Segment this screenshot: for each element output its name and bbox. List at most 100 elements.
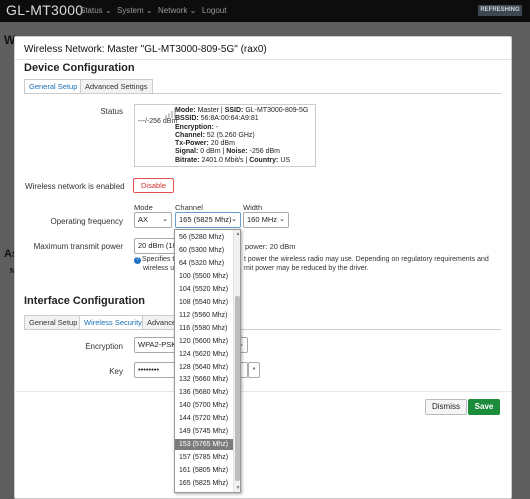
- channel-select-value: 165 (5825 Mhz): [179, 215, 232, 224]
- tab-divider: [24, 93, 501, 94]
- channel-option[interactable]: 116 (5580 Mhz): [175, 323, 233, 334]
- channel-option[interactable]: 161 (5805 Mhz): [175, 465, 233, 476]
- channel-option[interactable]: 136 (5680 Mhz): [175, 387, 233, 398]
- tab-general-setup[interactable]: General Setup: [24, 79, 83, 93]
- disable-button[interactable]: Disable: [133, 178, 174, 193]
- channel-option[interactable]: 56 (5280 Mhz): [175, 232, 233, 243]
- channel-option[interactable]: 112 (5560 Mhz): [175, 310, 233, 321]
- nav-system[interactable]: System ⌄: [117, 6, 153, 15]
- encryption-status-label: Encryption:: [175, 123, 214, 131]
- txpower-label: Tx-Power:: [175, 140, 209, 148]
- wireless-config-modal: Wireless Network: Master "GL-MT3000-809-…: [14, 36, 512, 499]
- noise-value: -256 dBm: [249, 148, 280, 156]
- status-box: ---/-256 dBm Mode: Master | SSID: GL-MT3…: [134, 104, 316, 167]
- channel-label: Channel:: [175, 131, 205, 139]
- refreshing-badge[interactable]: REFRESHING: [478, 5, 522, 16]
- bitrate-value: 2401.0 Mbit/s: [201, 156, 244, 164]
- width-select-value: 160 MHz: [247, 215, 278, 224]
- scroll-up-icon[interactable]: ▲: [234, 231, 240, 237]
- tx-hint-line2-end: mit power may be reduced by the driver.: [244, 265, 369, 272]
- help-icon: ?: [134, 257, 141, 264]
- channel-option[interactable]: 165 (5825 Mhz): [175, 478, 233, 489]
- channel-option[interactable]: 128 (5640 Mhz): [175, 362, 233, 373]
- top-bar: GL-MT3000 Status ⌄ System ⌄ Network ⌄ Lo…: [0, 0, 530, 22]
- signal-value: 0 dBm: [200, 148, 221, 156]
- mode-select-value: AX: [138, 215, 149, 224]
- channel-option[interactable]: 64 (5320 Mhz): [175, 258, 233, 269]
- brand-logo: GL-MT3000: [6, 2, 84, 18]
- country-value: US: [280, 156, 291, 164]
- scroll-down-icon[interactable]: ▼: [234, 485, 240, 491]
- channel-option[interactable]: 100 (5500 Mhz): [175, 271, 233, 282]
- mode-column-label: Mode: [134, 203, 153, 212]
- channel-option[interactable]: 108 (5540 Mhz): [175, 297, 233, 308]
- encryption-label: Encryption: [85, 342, 123, 351]
- bitrate-label: Bitrate:: [175, 156, 200, 164]
- enabled-label: Wireless network is enabled: [25, 182, 125, 191]
- tab-interface-general-setup[interactable]: General Setup: [24, 315, 83, 329]
- channel-column-label: Channel: [175, 203, 203, 212]
- dismiss-button[interactable]: Dismiss: [425, 399, 467, 415]
- tx-hint-start: Specifies t: [142, 256, 175, 263]
- encryption-status-value: -: [215, 123, 219, 131]
- channel-option[interactable]: 144 (5720 Mhz): [175, 413, 233, 424]
- modal-title: Wireless Network: Master "GL-MT3000-809-…: [24, 44, 267, 55]
- mode-value: Master: [197, 107, 219, 114]
- interface-config-heading: Interface Configuration: [24, 295, 146, 307]
- channel-option[interactable]: 124 (5620 Mhz): [175, 349, 233, 360]
- key-label: Key: [109, 367, 123, 376]
- nav-logout[interactable]: Logout: [202, 6, 226, 15]
- nav-status-label: Status: [80, 6, 103, 15]
- device-config-heading: Device Configuration: [24, 62, 135, 74]
- reveal-password-button[interactable]: *: [248, 362, 260, 378]
- channel-option[interactable]: 140 (5700 Mhz): [175, 400, 233, 411]
- mode-select[interactable]: AX ⌄: [134, 212, 172, 228]
- interface-tab-divider: [24, 329, 501, 330]
- channel-option[interactable]: 153 (5765 Mhz): [175, 439, 233, 451]
- channel-option[interactable]: 132 (5660 Mhz): [175, 374, 233, 385]
- tab-advanced-settings[interactable]: Advanced Settings: [80, 79, 153, 93]
- txpower-value: 20 dBm: [210, 140, 235, 148]
- nav-network[interactable]: Network ⌄: [158, 6, 196, 15]
- status-label: Status: [100, 107, 123, 116]
- status-details: Mode: Master | SSID: GL-MT3000-809-5G BS…: [175, 107, 309, 164]
- chevron-down-icon: ⌄: [104, 6, 112, 15]
- tx-hint-line1: ? Specifies t: [134, 256, 174, 264]
- noise-label: Noise:: [226, 148, 248, 156]
- channel-select[interactable]: 165 (5825 Mhz) ⌄: [175, 212, 241, 228]
- ssid-label: SSID:: [224, 107, 244, 114]
- encryption-select-value: WPA2-PSK: [138, 340, 177, 349]
- signal-strength-text: ---/-256 dBm: [138, 118, 178, 125]
- width-select[interactable]: 160 MHz ⌄: [243, 212, 289, 228]
- nav-network-label: Network: [158, 6, 188, 15]
- nav-status[interactable]: Status ⌄: [80, 6, 112, 15]
- scrollbar-thumb[interactable]: [235, 296, 240, 481]
- tx-hint-line2: wireless u: [143, 265, 175, 272]
- tx-power-current: power: 20 dBm: [245, 242, 296, 251]
- signal-label: Signal:: [175, 148, 199, 156]
- tab-wireless-security[interactable]: Wireless Security: [79, 315, 147, 329]
- save-button[interactable]: Save: [468, 399, 500, 415]
- channel-status-value: 52 (5.260 GHz): [206, 131, 255, 139]
- channel-option[interactable]: 104 (5520 Mhz): [175, 284, 233, 295]
- tx-power-label: Maximum transmit power: [33, 242, 123, 251]
- chevron-down-icon: ⌄: [189, 6, 197, 15]
- width-column-label: Width: [243, 203, 263, 212]
- channel-option[interactable]: 157 (5785 Mhz): [175, 452, 233, 463]
- modal-divider: [15, 59, 511, 60]
- frequency-label: Operating frequency: [50, 217, 124, 226]
- dropdown-scrollbar[interactable]: ▲ ▼: [233, 230, 240, 492]
- channel-dropdown-list[interactable]: 56 (5280 Mhz) 60 (5300 Mhz) 64 (5320 Mhz) 1…: [174, 229, 241, 493]
- nav-system-label: System: [117, 6, 144, 15]
- channel-option[interactable]: 120 (5600 Mhz): [175, 336, 233, 347]
- chevron-down-icon: ⌄: [231, 216, 237, 223]
- modal-footer-divider: [15, 391, 511, 392]
- channel-option[interactable]: 60 (5300 Mhz): [175, 245, 233, 256]
- ssid-value: GL-MT3000-809-5G: [245, 107, 309, 114]
- chevron-down-icon: ⌄: [162, 216, 168, 223]
- chevron-down-icon: ⌄: [279, 216, 285, 223]
- channel-option[interactable]: 149 (5745 Mhz): [175, 426, 233, 437]
- country-label: Country:: [249, 156, 279, 164]
- mode-label: Mode:: [175, 107, 196, 114]
- tx-power-select[interactable]: 20 dBm (10: [134, 238, 177, 254]
